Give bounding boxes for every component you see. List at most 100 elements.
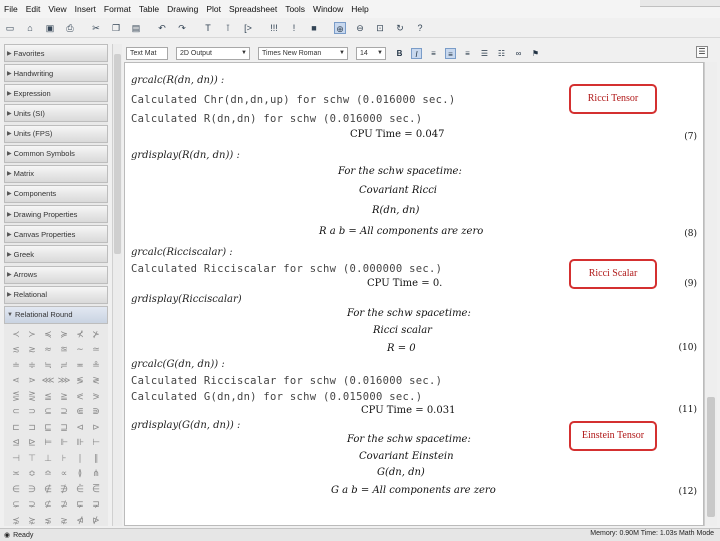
symbol-button[interactable]: ⋛	[24, 392, 40, 408]
symbol-button[interactable]: ⊤	[24, 454, 40, 470]
menu-tools[interactable]: Tools	[281, 4, 309, 14]
symbol-button[interactable]: ⊣	[8, 454, 24, 470]
new-document-icon[interactable]: ▭	[4, 22, 16, 34]
input-grdisplay-ricciscalar[interactable]: grdisplay(Ricciscalar)	[131, 294, 242, 305]
symbol-button[interactable]: ≽	[56, 330, 72, 346]
symbol-button[interactable]: ≶	[72, 376, 88, 392]
symbol-button[interactable]: ⊢	[88, 438, 104, 454]
symbol-button[interactable]: ⊵	[24, 438, 40, 454]
symbol-button[interactable]: ∉	[40, 485, 56, 501]
insert-execution-group-icon[interactable]: [>	[242, 22, 254, 34]
font-size-select[interactable]: 14 ▼	[356, 46, 386, 60]
palette-common-symbols[interactable]: ▶ Common Symbols	[4, 144, 108, 163]
symbol-button[interactable]: ∣	[72, 454, 88, 470]
palette-canvas-properties[interactable]: ▶ Canvas Properties	[4, 225, 108, 244]
symbol-button[interactable]: ∋	[24, 485, 40, 501]
symbol-button[interactable]: ⊦	[56, 454, 72, 470]
worksheet-scrollbar[interactable]	[704, 62, 717, 526]
bold-button[interactable]: B	[394, 48, 405, 59]
symbol-button[interactable]: ⪖	[88, 392, 104, 408]
execute-all-icon[interactable]: !	[288, 22, 300, 34]
menu-view[interactable]: View	[44, 4, 70, 14]
palette-handwriting[interactable]: ▶ Handwriting	[4, 64, 108, 83]
palette-relational-round[interactable]: ▼ Relational Round	[4, 305, 108, 324]
palette-drawing-properties[interactable]: ▶ Drawing Properties	[4, 205, 108, 224]
symbol-button[interactable]: ≍	[8, 469, 24, 485]
symbol-button[interactable]: ∝	[56, 469, 72, 485]
worksheet-scroll-thumb[interactable]	[707, 397, 715, 517]
bullet-list-icon[interactable]: ☰	[479, 48, 490, 59]
symbol-button[interactable]: ⋗	[24, 376, 40, 392]
symbol-button[interactable]: ⋵	[72, 485, 88, 501]
menu-table[interactable]: Table	[135, 4, 163, 14]
align-center-icon[interactable]: ≡	[445, 47, 456, 59]
symbol-button[interactable]: ⋘	[40, 376, 56, 392]
symbol-button[interactable]: ⋚	[8, 392, 24, 408]
palette-components[interactable]: ▶ Components	[4, 184, 108, 203]
symbol-button[interactable]: ⊉	[56, 500, 72, 516]
symbol-button[interactable]: ⊴	[8, 438, 24, 454]
symbol-button[interactable]: ⊨	[40, 438, 56, 454]
input-grcalc-einstein[interactable]: grcalc(G(dn, dn)) :	[131, 359, 225, 370]
symbol-button[interactable]: ⊏	[8, 423, 24, 439]
symbol-button[interactable]: ⋤	[72, 500, 88, 516]
symbol-button[interactable]: ≈	[40, 345, 56, 361]
symbol-button[interactable]: ≊	[56, 345, 72, 361]
symbol-button[interactable]: ⊲	[72, 423, 88, 439]
paste-icon[interactable]: ▤	[130, 22, 142, 34]
menu-window[interactable]: Window	[309, 4, 347, 14]
save-icon[interactable]: ▣	[44, 22, 56, 34]
menu-edit[interactable]: Edit	[22, 4, 45, 14]
symbol-button[interactable]: ⊀	[72, 330, 88, 346]
palette-arrows[interactable]: ▶ Arrows	[4, 265, 108, 284]
align-left-icon[interactable]: ≡	[428, 48, 439, 59]
symbol-button[interactable]: ≃	[88, 345, 104, 361]
symbol-button[interactable]: ⋔	[88, 469, 104, 485]
cut-icon[interactable]: ✂	[90, 22, 102, 34]
symbol-button[interactable]: ⊒	[56, 423, 72, 439]
restart-icon[interactable]: ↻	[394, 22, 406, 34]
expand-panel-icon[interactable]: ☰	[696, 46, 708, 58]
symbol-button[interactable]: ⊩	[56, 438, 72, 454]
input-grdisplay-einstein[interactable]: grdisplay(G(dn, dn)) :	[131, 420, 240, 431]
palette-relational[interactable]: ▶ Relational	[4, 285, 108, 304]
symbol-button[interactable]: ≧	[56, 392, 72, 408]
symbol-button[interactable]: ⊈	[40, 500, 56, 516]
symbol-button[interactable]: ⊆	[40, 407, 56, 423]
symbol-button[interactable]: ≓	[56, 361, 72, 377]
palette-units-fps[interactable]: ▶ Units (FPS)	[4, 124, 108, 143]
symbol-button[interactable]: ≲	[8, 345, 24, 361]
symbol-button[interactable]: ≒	[40, 361, 56, 377]
font-select[interactable]: Times New Roman ▼	[258, 46, 348, 60]
symbol-button[interactable]: ⊥	[40, 454, 56, 470]
palette-greek[interactable]: ▶ Greek	[4, 245, 108, 264]
palette-units-si[interactable]: ▶ Units (SI)	[4, 104, 108, 123]
symbol-button[interactable]: ⪕	[72, 392, 88, 408]
symbol-button[interactable]: ⋑	[88, 407, 104, 423]
print-icon[interactable]: ⎙	[64, 22, 76, 34]
symbol-button[interactable]: ≳	[24, 345, 40, 361]
menu-drawing[interactable]: Drawing	[163, 4, 202, 14]
numbered-list-icon[interactable]: ☷	[496, 48, 507, 59]
menu-format[interactable]: Format	[100, 4, 135, 14]
symbol-button[interactable]: ≏	[40, 469, 56, 485]
worksheet[interactable]: grcalc(R(dn, dn)) : Calculated Chr(dn,dn…	[124, 62, 704, 526]
symbol-button[interactable]: ⋥	[88, 500, 104, 516]
math-mode-icon[interactable]: ⊺	[222, 22, 234, 34]
symbol-button[interactable]: ⋐	[72, 407, 88, 423]
input-grcalc-ricciscalar[interactable]: grcalc(Ricciscalar) :	[131, 247, 233, 258]
symbol-button[interactable]: ⊁	[88, 330, 104, 346]
symbol-button[interactable]: ⊇	[56, 407, 72, 423]
menu-spreadsheet[interactable]: Spreadsheet	[225, 4, 281, 14]
copy-icon[interactable]: ❐	[110, 22, 122, 34]
symbol-button[interactable]: ≷	[88, 376, 104, 392]
bookmark-icon[interactable]: ⚑	[530, 48, 541, 59]
zoom-out-icon[interactable]: ⊖	[354, 22, 366, 34]
open-icon[interactable]: ⌂	[24, 22, 36, 34]
symbol-button[interactable]: ⋶	[88, 485, 104, 501]
symbol-button[interactable]: ≦	[40, 392, 56, 408]
link-icon[interactable]: ∞	[513, 48, 524, 59]
layout-select[interactable]: 2D Output ▼	[176, 46, 250, 60]
symbol-button[interactable]: ≎	[24, 469, 40, 485]
input-grcalc-ricci[interactable]: grcalc(R(dn, dn)) :	[131, 75, 224, 86]
